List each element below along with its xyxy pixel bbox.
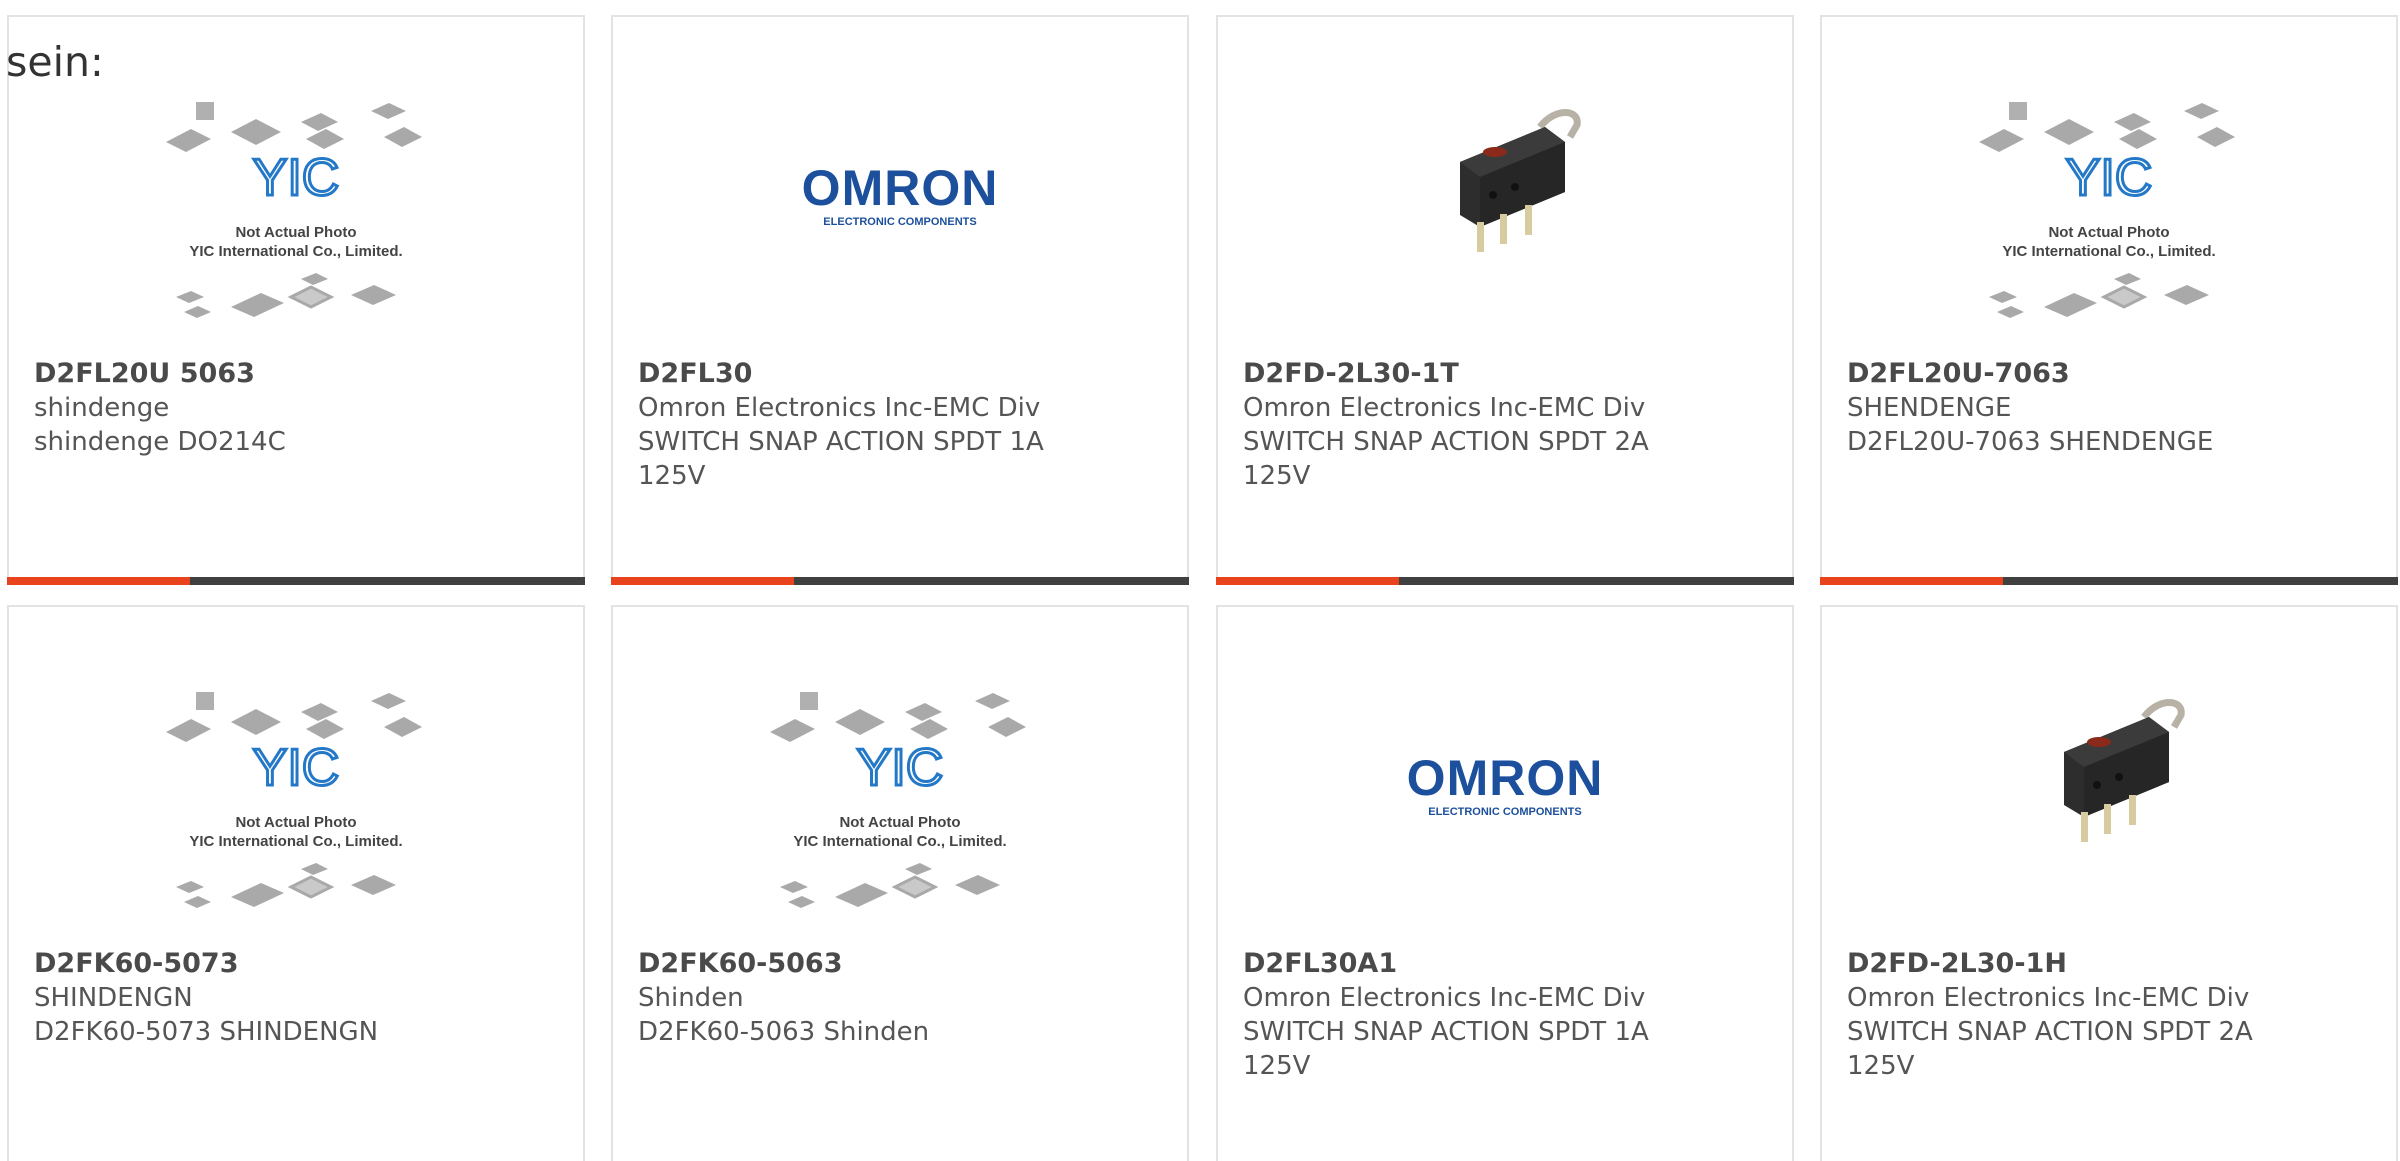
description-text: D2FK60-5073 SHINDENGN: [34, 1017, 379, 1047]
yic-company-text: YIC International Co., Limited.: [793, 833, 1006, 850]
manufacturer-text: SHENDENGE: [1847, 393, 2012, 423]
product-info: D2FL20U-7063 SHENDENGE D2FL20U-7063 SHEN…: [1847, 357, 2256, 459]
part-number-link[interactable]: D2FK60-5063: [638, 947, 1047, 981]
manufacturer-text: Omron Electronics Inc-EMC Div: [638, 393, 1041, 423]
product-image-yic-placeholder[interactable]: YIC Not Actual Photo YIC International C…: [9, 97, 583, 367]
part-number-link[interactable]: D2FK60-5073: [34, 947, 443, 981]
product-card[interactable]: YIC Not Actual Photo YIC International C…: [7, 15, 585, 585]
product-info: D2FD-2L30-1H Omron Electronics Inc-EMC D…: [1847, 947, 2256, 1083]
product-info: D2FL30A1 Omron Electronics Inc-EMC Div S…: [1243, 947, 1652, 1083]
omron-subtitle-text: ELECTRONIC COMPONENTS: [823, 216, 976, 228]
yic-company-text: YIC International Co., Limited.: [189, 833, 402, 850]
card-accent-red: [1820, 577, 2003, 585]
manufacturer-text: shindenge: [34, 393, 170, 423]
card-accent-red: [7, 577, 190, 585]
product-image-switch-photo[interactable]: [1218, 97, 1792, 367]
product-image-switch-photo[interactable]: [1822, 687, 2396, 957]
part-number-link[interactable]: D2FD-2L30-1H: [1847, 947, 2256, 981]
card-accent-red: [611, 577, 794, 585]
not-actual-photo-text: Not Actual Photo: [235, 814, 356, 831]
card-accent-bar: [1820, 577, 2398, 585]
product-image-yic-placeholder[interactable]: YIC Not Actual Photo YIC International C…: [613, 687, 1187, 957]
card-accent-bar: [7, 577, 585, 585]
product-image-yic-placeholder[interactable]: YIC Not Actual Photo YIC International C…: [9, 687, 583, 957]
part-number-link[interactable]: D2FL30A1: [1243, 947, 1652, 981]
snap-switch-icon: [1460, 109, 1581, 252]
card-accent-red: [1216, 577, 1399, 585]
description-text: shindenge DO214C: [34, 427, 286, 457]
manufacturer-text: Omron Electronics Inc-EMC Div: [1243, 983, 1646, 1013]
description-text: SWITCH SNAP ACTION SPDT 2A 125V: [1847, 1017, 2253, 1081]
yic-logo-text: YIC: [857, 739, 944, 797]
description-text: SWITCH SNAP ACTION SPDT 1A 125V: [638, 427, 1044, 491]
card-accent-bar: [611, 577, 1189, 585]
product-info: D2FL20U 5063 shindenge shindenge DO214C: [34, 357, 443, 459]
description-text: D2FK60-5063 Shinden: [638, 1017, 930, 1047]
product-card[interactable]: D2FD-2L30-1H Omron Electronics Inc-EMC D…: [1820, 605, 2398, 1161]
product-image-omron-logo[interactable]: OMRON ELECTRONIC COMPONENTS: [613, 97, 1187, 367]
omron-subtitle-text: ELECTRONIC COMPONENTS: [1428, 806, 1581, 818]
description-text: SWITCH SNAP ACTION SPDT 2A 125V: [1243, 427, 1649, 491]
product-image-omron-logo[interactable]: OMRON ELECTRONIC COMPONENTS: [1218, 687, 1792, 957]
omron-logo-text: OMRON: [1407, 750, 1604, 806]
card-accent-bar: [1216, 577, 1794, 585]
product-card[interactable]: D2FD-2L30-1T Omron Electronics Inc-EMC D…: [1216, 15, 1794, 585]
yic-logo-text: YIC: [253, 149, 340, 207]
product-card[interactable]: YIC Not Actual Photo YIC International C…: [611, 605, 1189, 1161]
omron-logo-text: OMRON: [802, 160, 999, 216]
part-number-link[interactable]: D2FD-2L30-1T: [1243, 357, 1652, 391]
product-info: D2FK60-5073 SHINDENGN D2FK60-5073 SHINDE…: [34, 947, 443, 1049]
yic-company-text: YIC International Co., Limited.: [2002, 243, 2215, 260]
part-number-link[interactable]: D2FL30: [638, 357, 1047, 391]
manufacturer-text: SHINDENGN: [34, 983, 193, 1013]
part-number-link[interactable]: D2FL20U-7063: [1847, 357, 2256, 391]
product-card[interactable]: OMRON ELECTRONIC COMPONENTS D2FL30A1 Omr…: [1216, 605, 1794, 1161]
product-card[interactable]: YIC Not Actual Photo YIC International C…: [7, 605, 585, 1161]
product-info: D2FL30 Omron Electronics Inc-EMC Div SWI…: [638, 357, 1047, 493]
product-card[interactable]: OMRON ELECTRONIC COMPONENTS D2FL30 Omron…: [611, 15, 1189, 585]
description-text: D2FL20U-7063 SHENDENGE: [1847, 427, 2214, 457]
not-actual-photo-text: Not Actual Photo: [2048, 224, 2169, 241]
product-info: D2FK60-5063 Shinden D2FK60-5063 Shinden: [638, 947, 1047, 1049]
manufacturer-text: Omron Electronics Inc-EMC Div: [1243, 393, 1646, 423]
yic-company-text: YIC International Co., Limited.: [189, 243, 402, 260]
product-grid-page: sein: YIC Not Actual Photo YIC Internati…: [0, 0, 2400, 1161]
snap-switch-icon: [2064, 699, 2185, 842]
description-text: SWITCH SNAP ACTION SPDT 1A 125V: [1243, 1017, 1649, 1081]
lead-text: sein:: [6, 38, 104, 86]
not-actual-photo-text: Not Actual Photo: [839, 814, 960, 831]
manufacturer-text: Omron Electronics Inc-EMC Div: [1847, 983, 2250, 1013]
yic-logo-text: YIC: [2066, 149, 2153, 207]
product-image-yic-placeholder[interactable]: YIC Not Actual Photo YIC International C…: [1822, 97, 2396, 367]
yic-logo-text: YIC: [253, 739, 340, 797]
manufacturer-text: Shinden: [638, 983, 744, 1013]
product-info: D2FD-2L30-1T Omron Electronics Inc-EMC D…: [1243, 357, 1652, 493]
part-number-link[interactable]: D2FL20U 5063: [34, 357, 443, 391]
product-card[interactable]: YIC Not Actual Photo YIC International C…: [1820, 15, 2398, 585]
not-actual-photo-text: Not Actual Photo: [235, 224, 356, 241]
